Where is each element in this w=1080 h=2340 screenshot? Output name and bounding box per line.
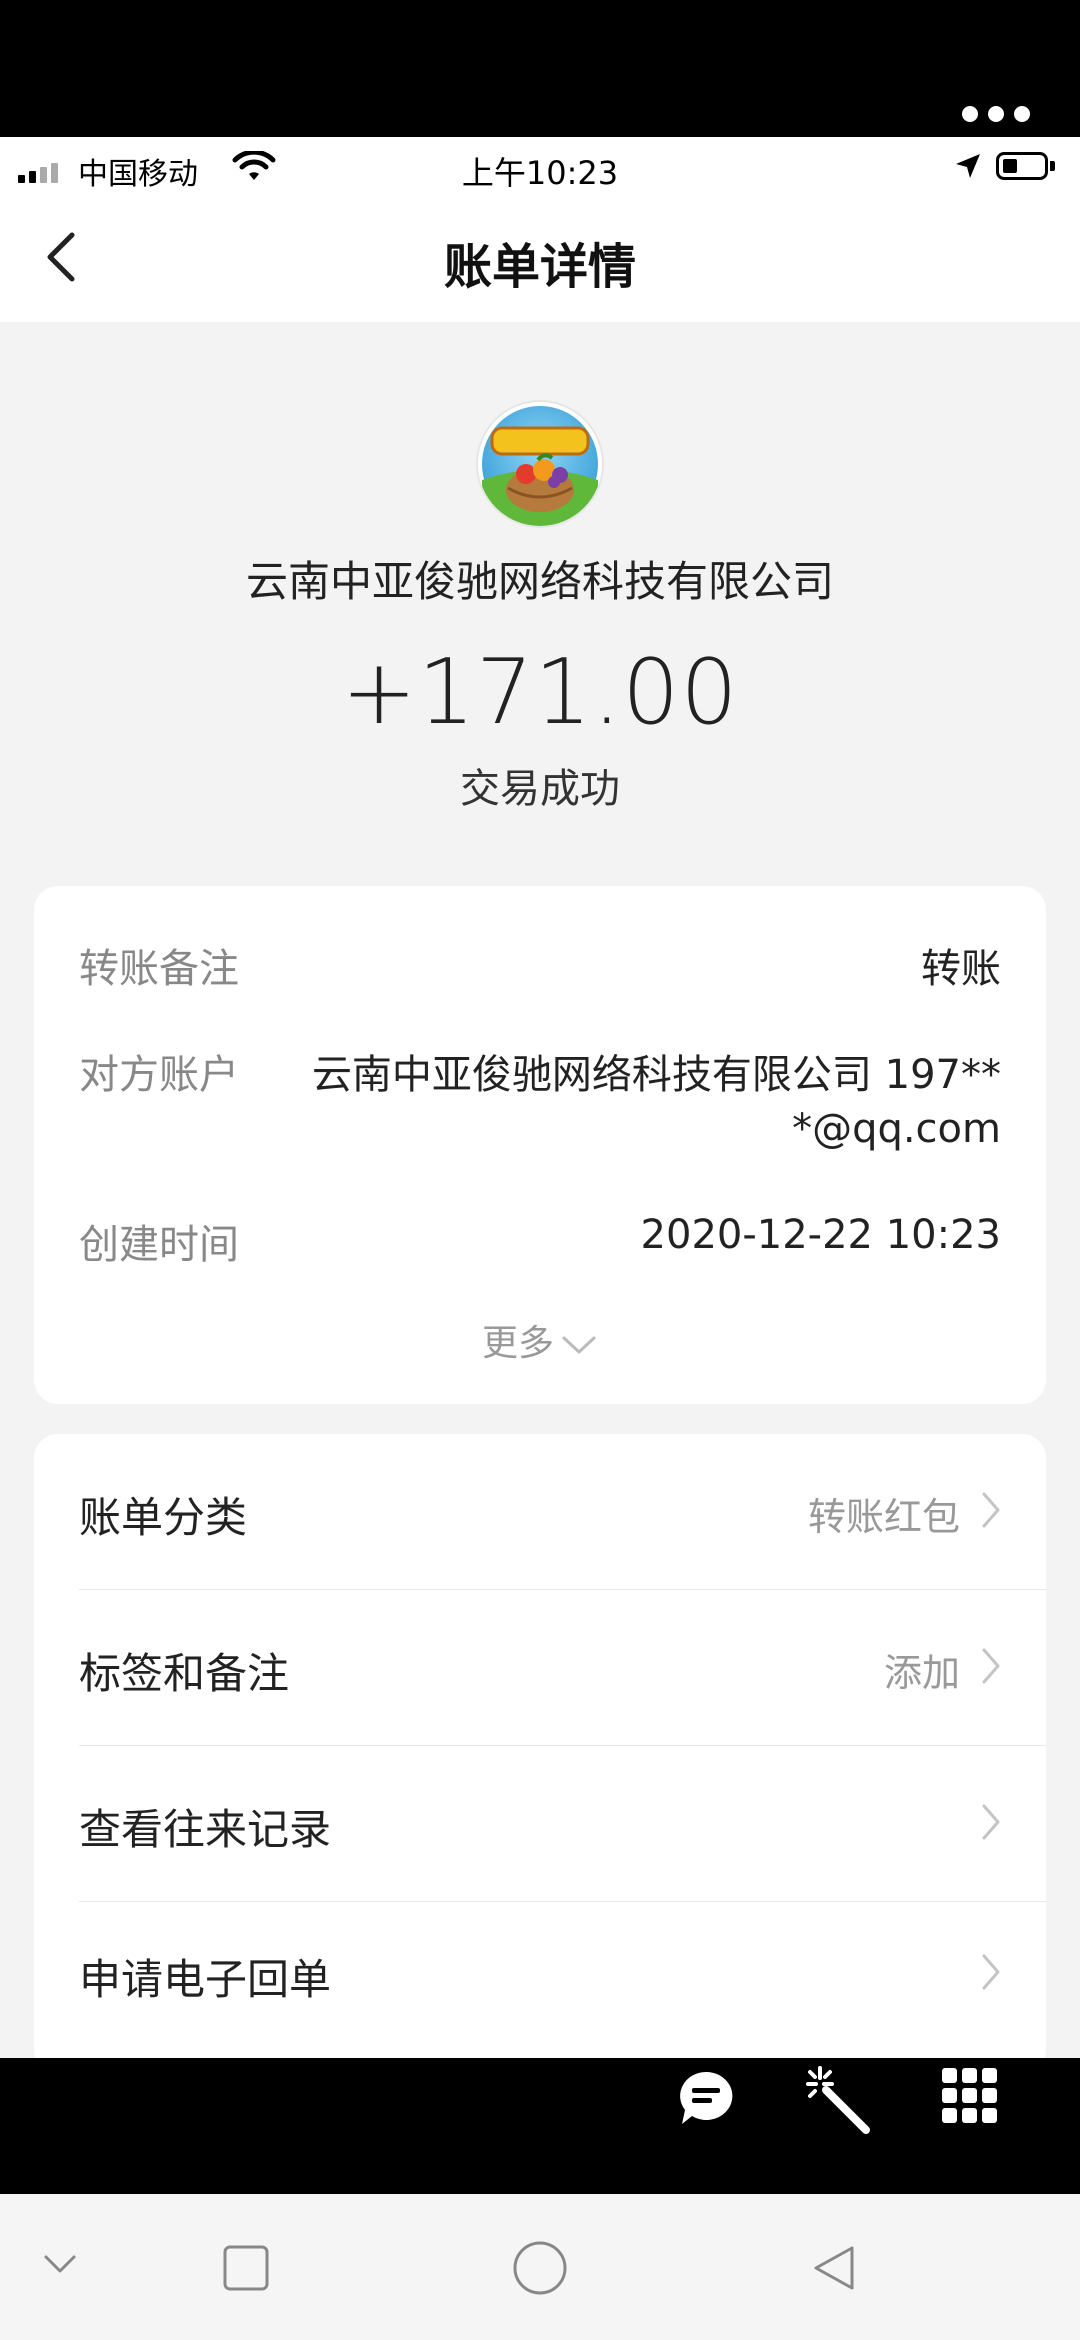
chevron-down-icon[interactable] [40, 2244, 80, 2284]
category-label: 账单分类 [79, 1493, 248, 1542]
receipt-row[interactable]: 申请电子回单 [34, 1896, 1046, 2052]
page-title: 账单详情 [443, 239, 636, 295]
tags-row[interactable]: 标签和备注 添加 [34, 1590, 1046, 1746]
recent-apps-icon[interactable] [222, 2244, 270, 2292]
account-value-line1: 云南中亚俊驰网络科技有限公司 197** [311, 1052, 1001, 1098]
created-label: 创建时间 [79, 1222, 239, 1268]
account-value-line2: *@qq.com [792, 1106, 1001, 1152]
receipt-label: 申请电子回单 [79, 1955, 332, 2004]
remark-value: 转账 [921, 946, 1001, 992]
battery-tip [1050, 161, 1055, 171]
more-button[interactable]: 更多 [34, 1314, 1046, 1366]
details-card: 转账备注 转账 对方账户 云南中亚俊驰网络科技有限公司 197** *@qq.c… [34, 886, 1046, 1404]
tags-label: 标签和备注 [79, 1649, 290, 1698]
location-arrow-icon [956, 154, 980, 178]
history-label: 查看往来记录 [79, 1805, 332, 1854]
home-icon[interactable] [512, 2240, 568, 2296]
chevron-right-icon [982, 1648, 1000, 1684]
chevron-right-icon [982, 1804, 1000, 1840]
battery-icon [996, 152, 1048, 180]
transaction-amount: +171.00 [341, 640, 739, 745]
more-label: 更多 [481, 1323, 554, 1364]
status-time: 上午10:23 [461, 154, 619, 192]
magic-wand-icon[interactable] [800, 2064, 876, 2140]
category-value: 转账红包 [807, 1495, 960, 1539]
created-value: 2020-12-22 10:23 [640, 1212, 1001, 1258]
grid-icon[interactable] [938, 2064, 1002, 2128]
more-dots-icon[interactable] [962, 106, 1030, 122]
merchant-avatar [478, 402, 602, 526]
account-label: 对方账户 [79, 1052, 239, 1098]
chat-bubble-icon[interactable] [672, 2064, 740, 2132]
actions-card: 账单分类 转账红包 标签和备注 添加 查看往来记录 申请电子回单 [34, 1434, 1046, 2074]
nav-bar: 账单详情 [0, 197, 1080, 322]
tags-value: 添加 [883, 1651, 960, 1695]
history-row[interactable]: 查看往来记录 [34, 1746, 1046, 1902]
android-nav-bar [0, 2194, 1080, 2340]
merchant-name: 云南中亚俊驰网络科技有限公司 [245, 557, 834, 606]
transaction-status: 交易成功 [460, 766, 620, 812]
top-black-bar [0, 0, 1080, 137]
chevron-right-icon [982, 1492, 1000, 1528]
remark-label: 转账备注 [79, 946, 239, 992]
category-row[interactable]: 账单分类 转账红包 [34, 1434, 1046, 1590]
back-triangle-icon[interactable] [810, 2244, 858, 2292]
chevron-right-icon [982, 1954, 1000, 1990]
status-bar: 中国移动 上午10:23 [0, 137, 1080, 197]
fruit-basket-logo-icon [482, 406, 598, 526]
chevron-down-icon [562, 1336, 596, 1354]
overlay-toolbar [0, 2058, 1080, 2194]
